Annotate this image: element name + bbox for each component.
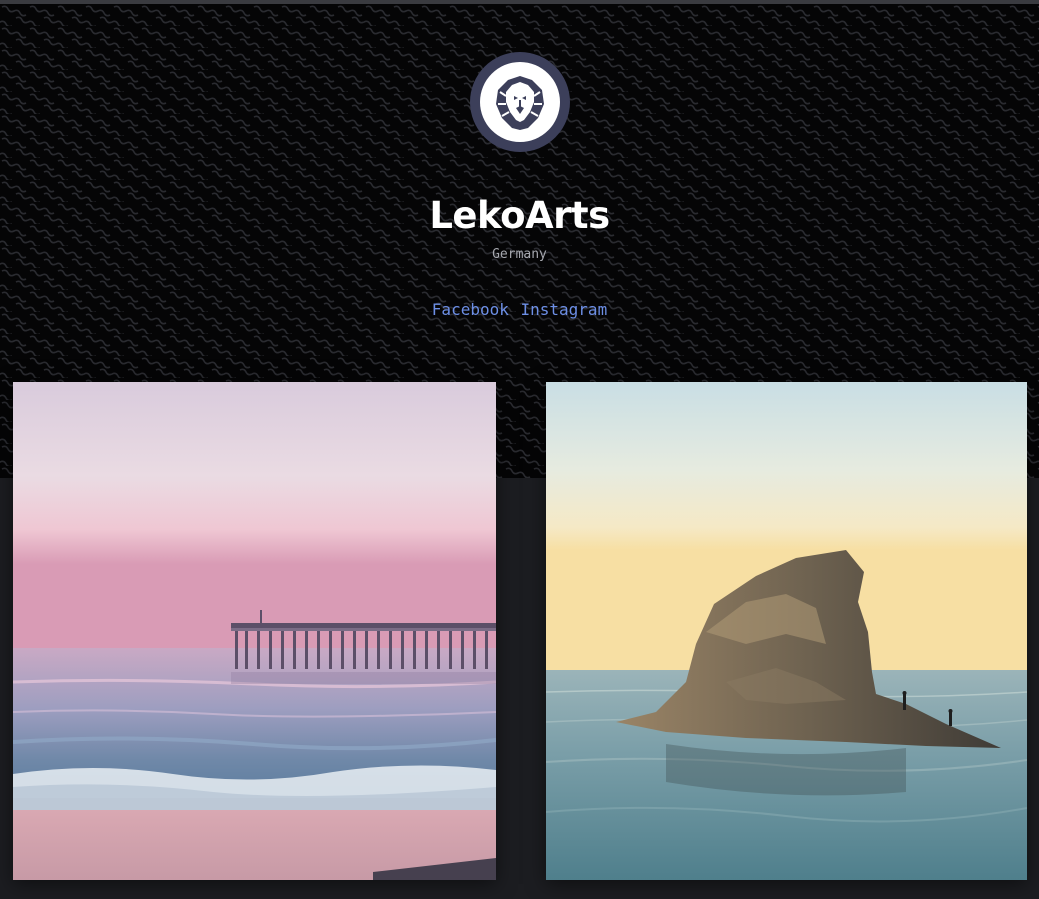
profile-name: LekoArts (429, 194, 610, 237)
portfolio-page: LekoArts Germany Facebook Instagram (0, 0, 1039, 899)
pier-at-pink-sunset-photo (13, 382, 496, 880)
facebook-link[interactable]: Facebook (432, 300, 509, 319)
sea-rock-at-dawn-photo (546, 382, 1027, 880)
profile-location: Germany (492, 247, 547, 262)
gallery-card-pier[interactable] (13, 382, 496, 880)
instagram-link[interactable]: Instagram (521, 300, 608, 319)
social-links: Facebook Instagram (0, 299, 1039, 321)
lion-logo-icon (496, 76, 544, 130)
avatar[interactable] (470, 52, 570, 152)
gallery-card-rock[interactable] (546, 382, 1027, 880)
